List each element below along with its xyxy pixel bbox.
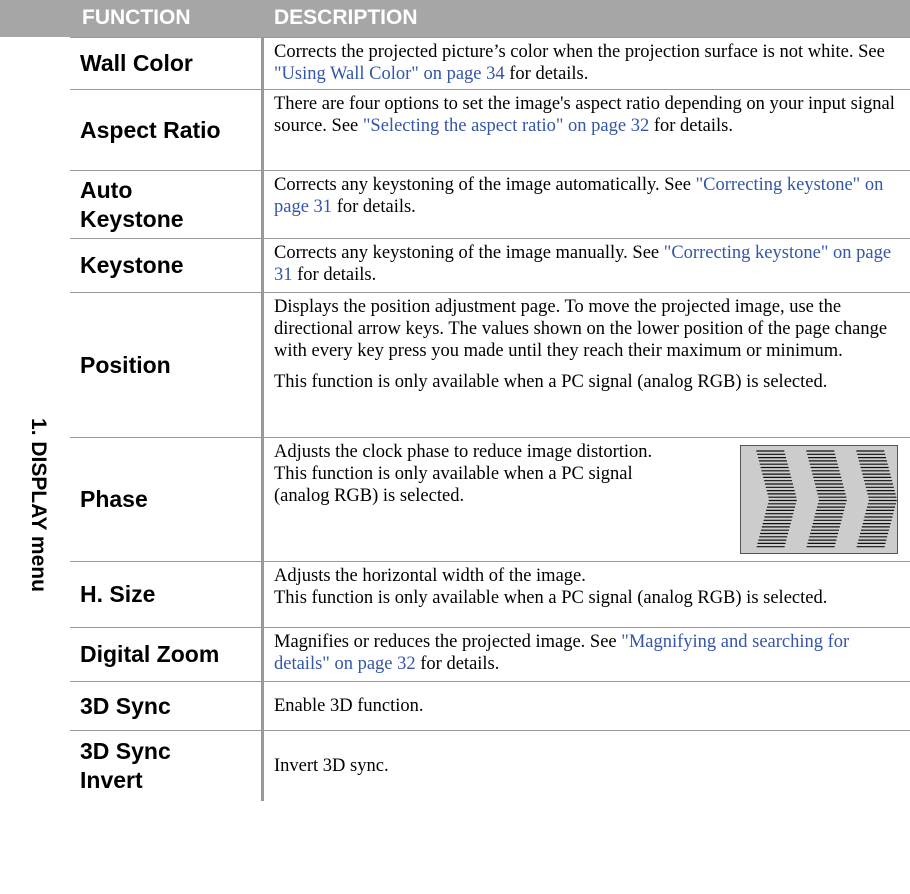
function-description-digital-zoom: Magnifies or reduces the projected image… <box>261 628 910 682</box>
function-description-3d-sync-invert: Invert 3D sync. <box>261 731 910 801</box>
description-column-header: DESCRIPTION <box>274 6 418 29</box>
menu-section-label: 1. DISPLAY menu <box>18 360 58 650</box>
description-paragraph: This function is only available when a P… <box>274 464 633 506</box>
function-name-h-size: H. Size <box>70 562 261 628</box>
cross-reference-link[interactable]: "Using Wall Color" on page 34 <box>274 64 505 84</box>
function-description-phase: Adjusts the clock phase to reduce image … <box>261 438 910 562</box>
description-paragraph: Adjusts the clock phase to reduce image … <box>274 442 653 462</box>
cross-reference-link[interactable]: "Selecting the aspect ratio" on page 32 <box>363 116 649 136</box>
function-description-3d-sync: Enable 3D function. <box>261 682 910 731</box>
description-text: for details. <box>504 64 589 84</box>
menu-section-label-text: 1. DISPLAY menu <box>27 418 50 592</box>
description-text: Enable 3D function. <box>274 696 424 716</box>
function-description-h-size: Adjusts the horizontal width of the imag… <box>261 562 910 628</box>
function-description-auto-keystone: Corrects any keystoning of the image aut… <box>261 171 910 239</box>
function-description-wall-color: Corrects the projected picture’s color w… <box>261 38 910 90</box>
function-name-keystone: Keystone <box>70 239 261 293</box>
function-table: Wall Color Corrects the projected pictur… <box>70 37 910 801</box>
description-paragraph: Displays the position adjustment page. T… <box>274 297 888 361</box>
description-text: for details. <box>649 116 733 136</box>
function-name-3d-sync-invert: 3D Sync Invert <box>80 738 171 793</box>
function-description-keystone: Corrects any keystoning of the image man… <box>261 239 910 293</box>
description-paragraph: This function is only available when a P… <box>274 372 828 392</box>
function-name-position: Position <box>70 293 261 438</box>
description-text: for details. <box>332 197 416 217</box>
function-name-aspect-ratio: Aspect Ratio <box>70 90 261 171</box>
table-header: FUNCTION DESCRIPTION <box>0 0 910 37</box>
function-name-wall-color: Wall Color <box>70 38 261 90</box>
function-name-3d-sync: 3D Sync <box>70 682 261 731</box>
description-text: Magnifies or reduces the projected image… <box>274 632 622 652</box>
description-text: Invert 3D sync. <box>274 756 389 776</box>
function-name-phase: Phase <box>70 438 261 562</box>
description-paragraph: This function is only available when a P… <box>274 588 828 608</box>
description-text: for details. <box>415 654 500 674</box>
function-description-position: Displays the position adjustment page. T… <box>261 293 910 438</box>
description-text: Corrects the projected picture’s color w… <box>274 42 885 62</box>
function-name-digital-zoom: Digital Zoom <box>70 628 261 682</box>
function-column-header: FUNCTION <box>82 6 191 29</box>
description-paragraph: Adjusts the horizontal width of the imag… <box>274 566 586 586</box>
function-description-aspect-ratio: There are four options to set the image'… <box>261 90 910 171</box>
function-name-auto-keystone: Auto Keystone <box>70 171 261 239</box>
description-text: Corrects any keystoning of the image man… <box>274 243 664 263</box>
phase-distortion-pattern-icon <box>740 445 898 554</box>
description-text: Corrects any keystoning of the image aut… <box>274 175 696 195</box>
description-text: for details. <box>292 265 377 285</box>
